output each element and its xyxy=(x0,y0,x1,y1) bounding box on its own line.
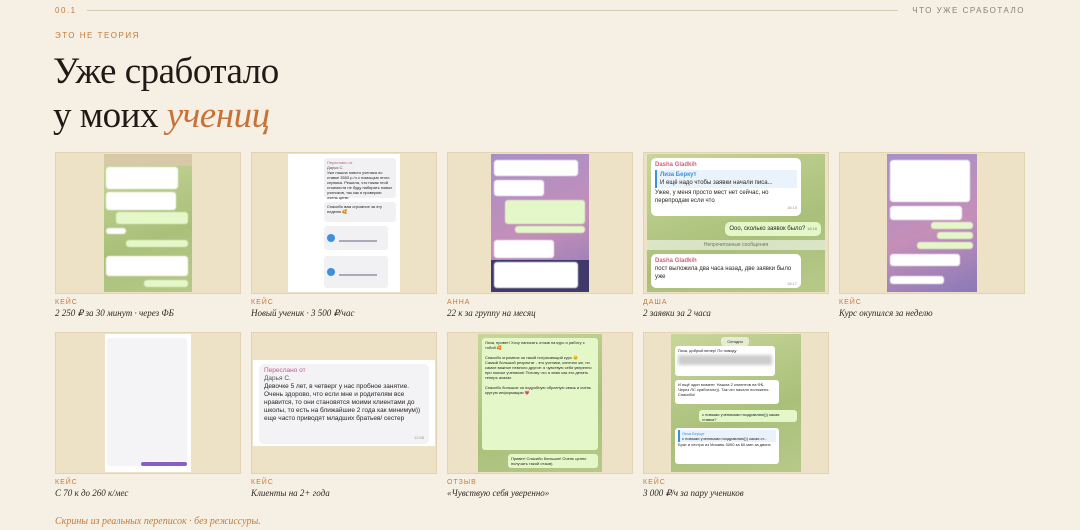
chat-screenshot: Лиза, привет! Хочу написать отзыв на кур… xyxy=(478,334,602,472)
case-card[interactable]: Dasha Gladkih Лиза Беркут И ещё надо что… xyxy=(643,152,829,318)
case-tag: АННА xyxy=(447,299,471,306)
case-caption: Новый ученик · 3 500 ₽/час xyxy=(251,308,355,318)
section-label: ЧТО УЖЕ СРАБОТАЛО xyxy=(912,5,1025,15)
forwarded-name: Дарья С. xyxy=(264,375,291,382)
case-card[interactable]: Переслано от Дарья С. Девочке 5 лет, в ч… xyxy=(251,332,437,498)
chat-screenshot: Dasha Gladkih Лиза Беркут И ещё надо что… xyxy=(647,154,825,292)
reply-text: с новыми учениками поздравляю))) какая с… xyxy=(699,410,797,422)
quote-text: с новыми учениками поздравляю))) какая с… xyxy=(682,436,768,441)
message-time: 18:15 xyxy=(786,205,797,210)
screenshot-frame: Dasha Gladkih Лиза Беркут И ещё надо что… xyxy=(643,152,829,294)
quote-text: И ещё надо чтобы заявки начали писа... xyxy=(660,180,773,186)
blurred-text xyxy=(678,355,772,365)
chat-screenshot: Переслано от Дарья С. Девочке 5 лет, в ч… xyxy=(253,360,435,446)
title-line-2-prefix: у моих xyxy=(53,95,167,136)
voice-waveform xyxy=(339,273,378,276)
footnote: Скрины из реальных переписок · без режис… xyxy=(55,516,261,527)
case-card[interactable]: Лиза, привет! Хочу написать отзыв на кур… xyxy=(447,332,633,498)
voice-waveform xyxy=(339,239,378,242)
case-caption: С 70 к до 260 к/мес xyxy=(55,488,129,498)
screenshot-frame: Лиза, привет! Хочу написать отзыв на кур… xyxy=(447,332,633,474)
reply-text: Ооо, сколько заявок было? xyxy=(729,226,806,232)
chat-screenshot: Переслано от Дарья С. Уже нашла нового у… xyxy=(288,154,400,292)
message-text: Уже нашла нового ученика по ставке 3500 … xyxy=(327,170,393,200)
case-caption: Клиенты на 2+ года xyxy=(251,488,330,498)
case-card[interactable]: КЕЙС 2 250 ₽ за 30 минут · через ФБ xyxy=(55,152,241,319)
section-number: 00.1 xyxy=(55,5,77,15)
case-card[interactable]: АННА 22 к за группу на месяц xyxy=(447,152,633,318)
voice-play-icon[interactable] xyxy=(327,268,335,276)
sender-name: Dasha Gladkih xyxy=(655,258,697,264)
case-card[interactable]: Сегодня Лиза, добрый вечер! По поводу И … xyxy=(643,332,829,499)
case-caption: 2 заявки за 2 часа xyxy=(643,308,711,318)
case-tag: КЕЙС xyxy=(251,479,274,486)
header-divider xyxy=(86,9,899,11)
message-text: И ещё один момент. Нашла 2 клиентов на Ф… xyxy=(675,380,779,404)
message-time: 18:17 xyxy=(786,281,797,286)
chat-screenshot: Сегодня Лиза, добрый вечер! По поводу И … xyxy=(671,334,801,472)
screenshot-frame xyxy=(55,332,241,474)
message-text: пост выложила два часа назад, две заявки… xyxy=(655,266,792,280)
chat-screenshot xyxy=(105,334,191,472)
case-tag: КЕЙС xyxy=(839,299,862,306)
case-caption: 2 250 ₽ за 30 минут · через ФБ xyxy=(55,308,174,318)
case-tag: КЕЙС xyxy=(643,479,666,486)
voice-play-icon[interactable] xyxy=(327,234,335,242)
message-text: Брат и сестра из Москвы 3000 за 60 мин з… xyxy=(678,442,771,447)
message-text: Лиза, привет! Хочу написать отзыв на кур… xyxy=(482,338,598,450)
section-header: 00.1 ЧТО УЖЕ СРАБОТАЛО xyxy=(55,4,1025,16)
case-tag: КЕЙС xyxy=(251,299,274,306)
case-caption: «Чувствую себя уверенно» xyxy=(447,488,550,498)
chat-screenshot xyxy=(491,154,589,292)
case-tag: ОТЗЫВ xyxy=(447,479,477,486)
quote-name: Лиза Беркут xyxy=(660,172,697,178)
case-tag: КЕЙС xyxy=(55,479,78,486)
message-text: Ужее, у меня просто мест нет сейчас, но … xyxy=(655,190,769,204)
title-accent: учениц xyxy=(166,95,270,136)
case-tag: ДАША xyxy=(643,299,668,306)
screenshot-frame xyxy=(55,152,241,294)
case-card[interactable]: Переслано от Дарья С. Уже нашла нового у… xyxy=(251,152,437,319)
screenshot-frame: Сегодня Лиза, добрый вечер! По поводу И … xyxy=(643,332,829,474)
case-tag: КЕЙС xyxy=(55,299,78,306)
sender-name: Dasha Gladkih xyxy=(655,162,697,168)
case-caption: Курс окупился за неделю xyxy=(839,308,933,318)
date-divider: Сегодня xyxy=(721,337,749,346)
chat-screenshot xyxy=(104,154,192,292)
case-caption: 3 000 ₽/ч за пару учеников xyxy=(643,488,744,498)
case-card[interactable]: КЕЙС С 70 к до 260 к/мес xyxy=(55,332,241,498)
chat-screenshot xyxy=(887,154,977,292)
title-line-1: Уже сработало xyxy=(53,51,279,92)
eyebrow: ЭТО НЕ ТЕОРИЯ xyxy=(55,31,140,40)
screenshot-frame: Переслано от Дарья С. Девочке 5 лет, в ч… xyxy=(251,332,437,474)
case-caption: 22 к за группу на месяц xyxy=(447,308,536,318)
screenshot-frame xyxy=(447,152,633,294)
message-text: Девочке 5 лет, в четверг у нас пробное з… xyxy=(264,383,421,422)
screenshot-frame: Переслано от Дарья С. Уже нашла нового у… xyxy=(251,152,437,294)
message-time: 12:58 xyxy=(413,435,424,440)
page-title: Уже сработало у моих учениц xyxy=(53,50,279,138)
message-text: Спасибо вам огромное за эту неделю 🥰 xyxy=(327,204,382,214)
message-text: Лиза, добрый вечер! По поводу xyxy=(678,348,737,353)
reply-text: Привет! Спасибо большое! Очень ценно пол… xyxy=(508,454,598,468)
forwarded-label: Переслано от xyxy=(264,367,306,374)
unread-divider: Непрочитанные сообщения xyxy=(647,240,825,250)
screenshot-frame xyxy=(839,152,1025,294)
message-time: 18:16 xyxy=(806,226,817,231)
case-card[interactable]: КЕЙС Курс окупился за неделю xyxy=(839,152,1025,318)
